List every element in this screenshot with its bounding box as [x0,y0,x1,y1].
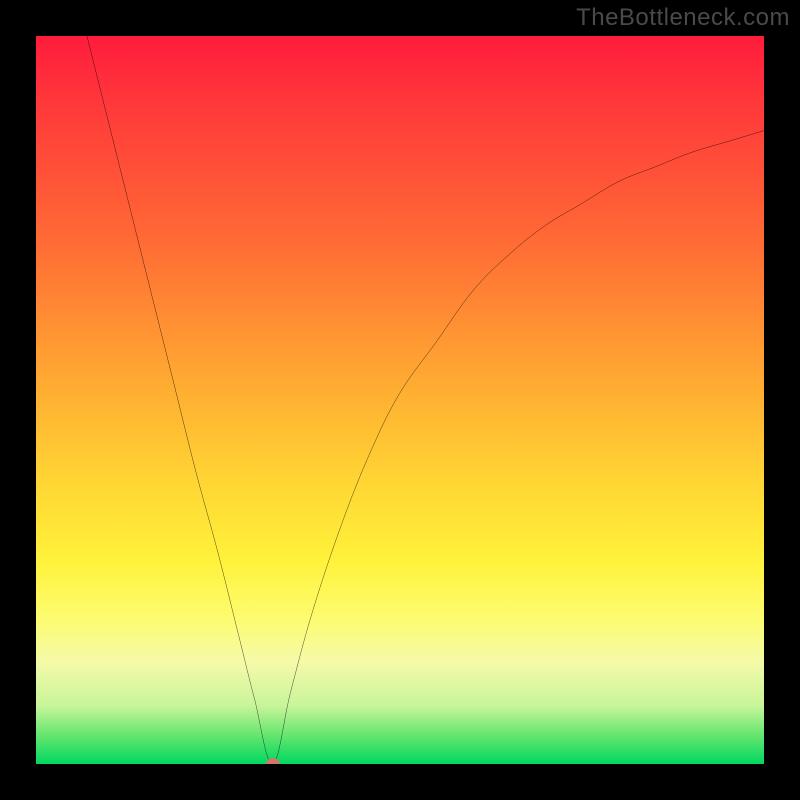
bottleneck-curve [36,36,764,764]
vertex-marker [266,758,280,764]
watermark-text: TheBottleneck.com [576,4,790,32]
plot-area [36,36,764,764]
chart-frame: TheBottleneck.com [0,0,800,800]
curve-path [87,36,764,764]
